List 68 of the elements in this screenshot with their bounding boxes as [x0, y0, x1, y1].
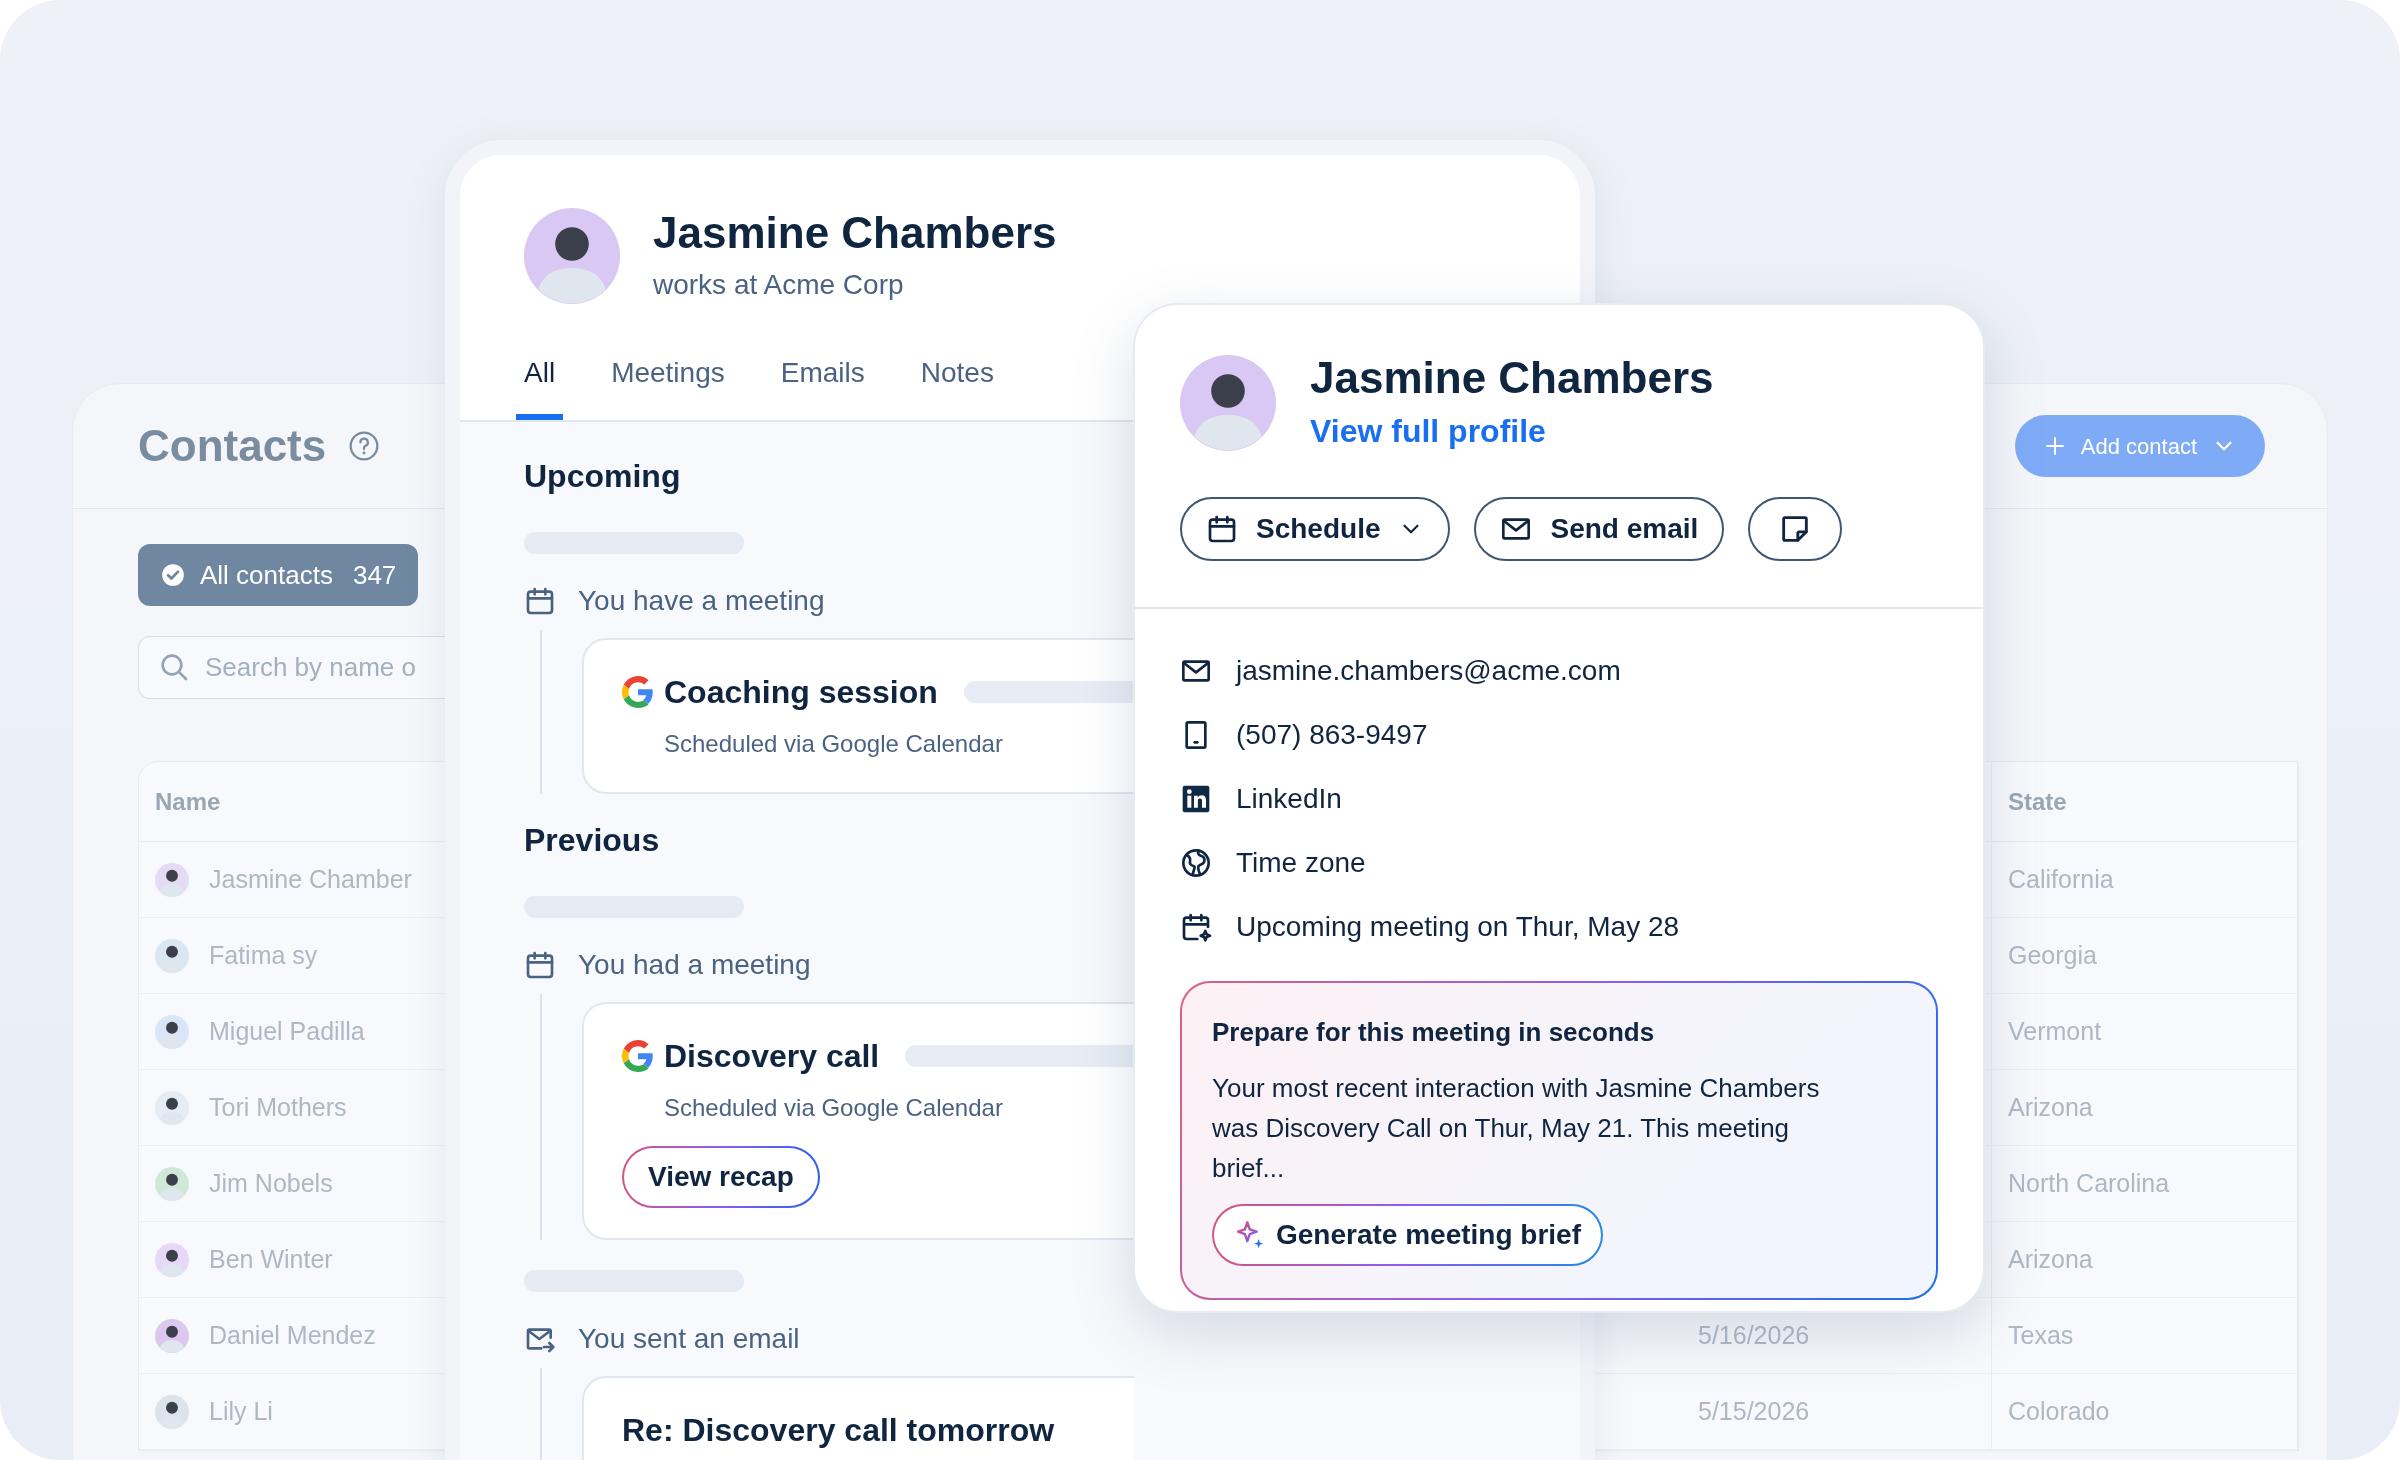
search-field[interactable]: Search by name o [138, 636, 446, 699]
detail-text: (507) 863-9497 [1236, 717, 1428, 752]
help-icon [348, 430, 381, 462]
generate-brief-button[interactable]: Generate meeting brief [1212, 1203, 1603, 1266]
sparkle-icon [1234, 1218, 1266, 1251]
contact-name: Daniel Mendez [209, 1319, 376, 1351]
note-button[interactable] [1748, 496, 1843, 561]
avatar [155, 938, 189, 973]
avatar [155, 1090, 189, 1125]
company-text: works at Acme Corp [653, 267, 905, 302]
avatar [155, 1318, 189, 1353]
detail-text: Time zone [1236, 845, 1366, 880]
check-icon [160, 562, 186, 588]
avatar [155, 1166, 189, 1201]
item-subtitle: Scheduled via Google Calendar [664, 1093, 1003, 1121]
schedule-button[interactable]: Schedule [1180, 496, 1451, 561]
tab[interactable]: Notes [912, 351, 1002, 420]
item-subtitle: Scheduled via Google Calendar [664, 729, 1003, 757]
view-recap-button[interactable]: View recap [622, 1145, 820, 1208]
section-heading: Upcoming [524, 457, 681, 494]
detail-text: LinkedIn [1236, 781, 1342, 816]
contact-name: Jasmine Chamber [209, 863, 412, 895]
activity-label: You have a meeting [578, 583, 825, 618]
brief-title: Prepare for this meeting in seconds [1212, 1016, 1655, 1047]
tab[interactable]: All [516, 351, 564, 420]
state-text: North Carolina [2008, 1167, 2170, 1199]
brief-text: Your most recent interaction with Jasmine Chambers was Discovery Call on Thur, May 21. This meeting brief... [1212, 1071, 1821, 1185]
item-title: Coaching session [664, 672, 938, 712]
tab[interactable]: Emails [772, 351, 873, 420]
contact-name: Lily Li [209, 1395, 273, 1427]
column-header: State [2008, 786, 2067, 817]
state-text: California [2008, 863, 2114, 895]
avatar [155, 1394, 189, 1429]
contact-name: Ben Winter [209, 1243, 333, 1275]
profile-link[interactable]: View full profile [1310, 406, 1714, 455]
item-title: Re: Discovery call tomorrow [622, 1410, 1055, 1450]
state-text: Georgia [2008, 939, 2097, 971]
avatar [155, 1242, 189, 1277]
contact-name: Jasmine Chambers [1310, 352, 1714, 404]
state-text: Arizona [2008, 1243, 2093, 1275]
contact-name: Miguel Padilla [209, 1015, 365, 1047]
globe-icon [1180, 846, 1212, 879]
detail-text: Upcoming meeting on Thur, May 28 [1236, 909, 1680, 944]
section-heading: Previous [524, 821, 660, 858]
detail-text: jasmine.chambers@acme.com [1236, 653, 1621, 688]
state-text: Texas [2008, 1319, 2074, 1351]
state-text: Vermont [2008, 1015, 2102, 1047]
avatar [155, 862, 189, 897]
search-icon [158, 651, 190, 683]
contact-name: Tori Mothers [209, 1091, 347, 1123]
date-text: 5/16/2026 [1698, 1319, 1810, 1351]
send-email-button[interactable]: Send email [1474, 496, 1725, 561]
contact-name: Jasmine Chambers [653, 207, 1057, 259]
g-logo-icon [622, 1039, 654, 1072]
contact-name: Jim Nobels [209, 1167, 333, 1199]
g-logo-icon [622, 675, 654, 708]
date-text: 5/15/2026 [1698, 1395, 1810, 1427]
column-header: Name [155, 787, 221, 815]
state-text: Colorado [2008, 1395, 2110, 1427]
activity-label: You sent an email [578, 1321, 800, 1356]
filter-chip[interactable]: All contacts 347 [138, 544, 419, 606]
page-title: Contacts [138, 420, 327, 472]
item-title: Discovery call [664, 1036, 880, 1076]
tab[interactable]: Meetings [603, 351, 733, 420]
avatar [155, 1014, 189, 1049]
contact-name: Fatima sy [209, 939, 318, 971]
activity-label: You had a meeting [578, 947, 811, 982]
state-text: Arizona [2008, 1091, 2093, 1123]
